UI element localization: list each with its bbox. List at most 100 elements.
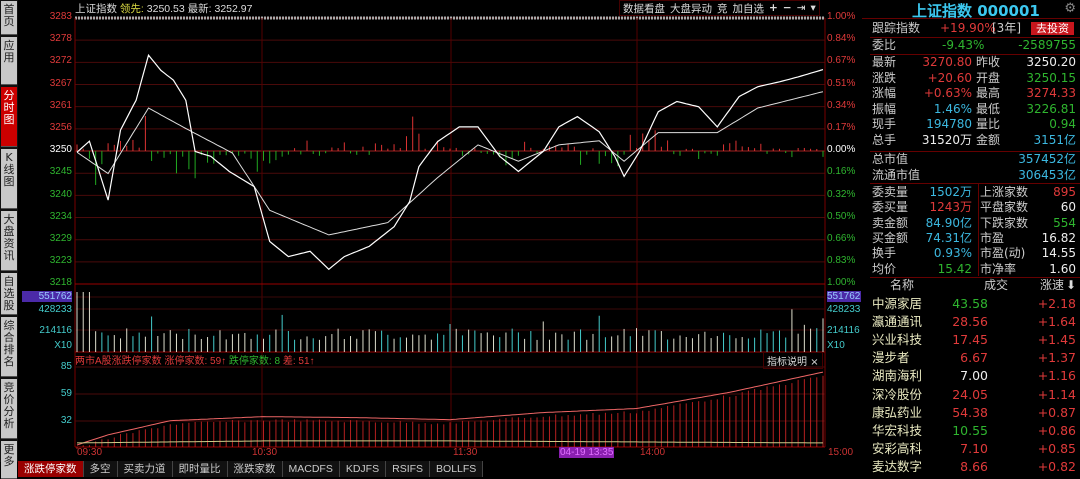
stock-price: 17.45 (952, 332, 988, 348)
breadth-label: 买金额 (872, 230, 909, 245)
track-value: +19.90% (940, 21, 996, 35)
quote-value: 194780 (926, 117, 972, 131)
column-header-name[interactable]: 名称 (890, 278, 914, 293)
stock-row[interactable]: 深冷股份 24.05 +1.14 (872, 386, 1078, 404)
indicator-title: 两市A股涨跌停家数 (75, 356, 162, 367)
up-arrow-icon: ↑ (221, 356, 227, 367)
column-header-speed[interactable]: 涨速 (1040, 278, 1064, 293)
indicator-explain-button[interactable]: 指标说明 × (763, 352, 823, 369)
quote-row: 现手 194780 量比 0.94 (872, 117, 1078, 132)
percent-axis-label: 0.67% (827, 55, 856, 67)
price-axis-label: 3283 (49, 11, 72, 22)
volume-axis-label: 214116 (39, 325, 72, 336)
quote-label: 总手 (872, 132, 897, 147)
intraday-chart[interactable] (0, 0, 862, 462)
time-label: 11:30 (453, 447, 478, 458)
breadth-value: 1243万 (929, 200, 972, 215)
market-label: 总市值 (872, 152, 909, 166)
weibi-row: 委比 -9.43% -2589755 (872, 38, 1078, 53)
quote-label: 金额 (976, 132, 1001, 147)
percent-axis-label: 0.32% (827, 188, 856, 200)
market-row: 流通市值 306453亿 (872, 168, 1078, 183)
breadth-label: 换手 (872, 246, 897, 261)
stock-speed: +1.64 (1037, 314, 1076, 330)
quote-row: 最新 3270.80 昨收 3250.20 (872, 55, 1078, 70)
breadth-value: 74.31亿 (925, 230, 972, 245)
stock-price: 7.00 (960, 368, 988, 384)
price-axis-label: 3250 (49, 144, 72, 156)
price-axis-label: 3261 (49, 99, 72, 111)
breadth-label: 市盈 (980, 230, 1005, 245)
stock-name: 兴业科技 (872, 332, 923, 348)
indicator-tab[interactable]: 涨跌停家数 (18, 461, 84, 477)
percent-axis-label: 0.17% (827, 122, 856, 133)
stock-row[interactable]: 兴业科技 17.45 +1.45 (872, 331, 1078, 349)
volume-unit-label: X10 (827, 340, 845, 351)
breadth-label: 委买量 (872, 200, 909, 215)
quote-value: 0.94 (1049, 117, 1076, 131)
quote-value: +0.63% (923, 86, 972, 100)
stock-speed: +0.85 (1037, 440, 1076, 456)
arrow-down-icon[interactable]: ⬇ (1066, 278, 1076, 293)
breadth-row: 买金额 74.31亿 市盈 16.82 (872, 231, 1078, 246)
stock-row[interactable]: 安彩高科 7.10 +0.85 (872, 440, 1078, 458)
volume-axis-label: 428233 (827, 304, 861, 315)
stock-row[interactable]: 华宏科技 10.55 +0.86 (872, 422, 1078, 440)
breadth-label: 上涨家数 (980, 185, 1029, 199)
diff-value: 51 (298, 356, 310, 367)
market-row: 总市值 357452亿 (872, 152, 1078, 167)
stock-row[interactable]: 麦达数字 8.66 +0.82 (872, 458, 1078, 476)
indicator-tab[interactable]: MACDFS (282, 461, 340, 477)
invest-button[interactable]: 去投资 (1031, 22, 1074, 35)
column-header-volume[interactable]: 成交 (984, 278, 1008, 293)
indicator-tab[interactable]: 买卖力道 (117, 461, 173, 477)
indicator-tab[interactable]: 即时量比 (172, 461, 228, 477)
stock-name: 麦达数字 (872, 458, 923, 474)
percent-axis-label: 0.51% (827, 77, 856, 89)
market-value: 357452亿 (1018, 152, 1076, 166)
stock-row[interactable]: 瀛通通讯 28.56 +1.64 (872, 313, 1078, 331)
gear-icon[interactable]: ⚙ (1064, 1, 1076, 16)
price-axis-label: 3229 (49, 233, 72, 244)
breadth-label: 委卖量 (872, 185, 909, 199)
stock-name: 瀛通通讯 (872, 314, 923, 330)
stock-row[interactable]: 中源家居 43.58 +2.18 (872, 295, 1078, 313)
volume-unit-label: X10 (54, 340, 72, 351)
stock-speed: +0.86 (1037, 422, 1076, 438)
price-axis-label: 3218 (49, 277, 72, 289)
stock-row[interactable]: 漫步者 6.67 +1.37 (872, 349, 1078, 367)
stock-price: 10.55 (952, 422, 988, 438)
stock-price: 8.66 (960, 458, 988, 474)
diff-label: 差: (282, 356, 296, 367)
stock-speed: +2.18 (1037, 296, 1076, 311)
stock-name: 华宏科技 (872, 422, 923, 438)
indicator-tab[interactable]: 涨跌家数 (227, 461, 283, 477)
stock-row[interactable]: 康弘药业 54.38 +0.87 (872, 404, 1078, 422)
quote-value: 3250.15 (1026, 70, 1076, 85)
percent-axis-label: 0.16% (827, 166, 856, 178)
quote-value: +20.60 (927, 70, 972, 85)
time-label: 15:00 (828, 447, 854, 458)
volume-axis-label: 214116 (827, 325, 860, 336)
quote-value: 3151亿 (1033, 132, 1076, 147)
quote-label: 开盘 (976, 70, 1001, 85)
quote-label: 涨幅 (872, 86, 897, 100)
stock-row[interactable]: 湖南海利 7.00 +1.16 (872, 367, 1078, 385)
percent-axis-label: 0.66% (827, 233, 856, 244)
stock-name: 中源家居 (872, 296, 923, 311)
indicator-axis-label: 32 (60, 415, 72, 426)
volume-axis-label: 428233 (38, 304, 72, 315)
indicator-tab[interactable]: 多空 (83, 461, 118, 477)
stock-price: 43.58 (952, 296, 988, 311)
price-axis-label: 3240 (49, 188, 72, 200)
quote-row: 涨幅 +0.63% 最高 3274.33 (872, 86, 1078, 101)
percent-axis-label: 0.34% (827, 99, 856, 111)
index-title: 上证指数 000001 (912, 2, 1040, 20)
close-icon[interactable]: × (810, 357, 818, 368)
indicator-tab[interactable]: BOLLFS (430, 461, 484, 477)
quote-row: 振幅 1.46% 最低 3226.81 (872, 102, 1078, 117)
stock-name: 安彩高科 (872, 440, 923, 456)
indicator-tab[interactable]: RSIFS (386, 461, 431, 477)
quote-label: 昨收 (976, 55, 1001, 69)
indicator-tab[interactable]: KDJFS (339, 461, 387, 477)
